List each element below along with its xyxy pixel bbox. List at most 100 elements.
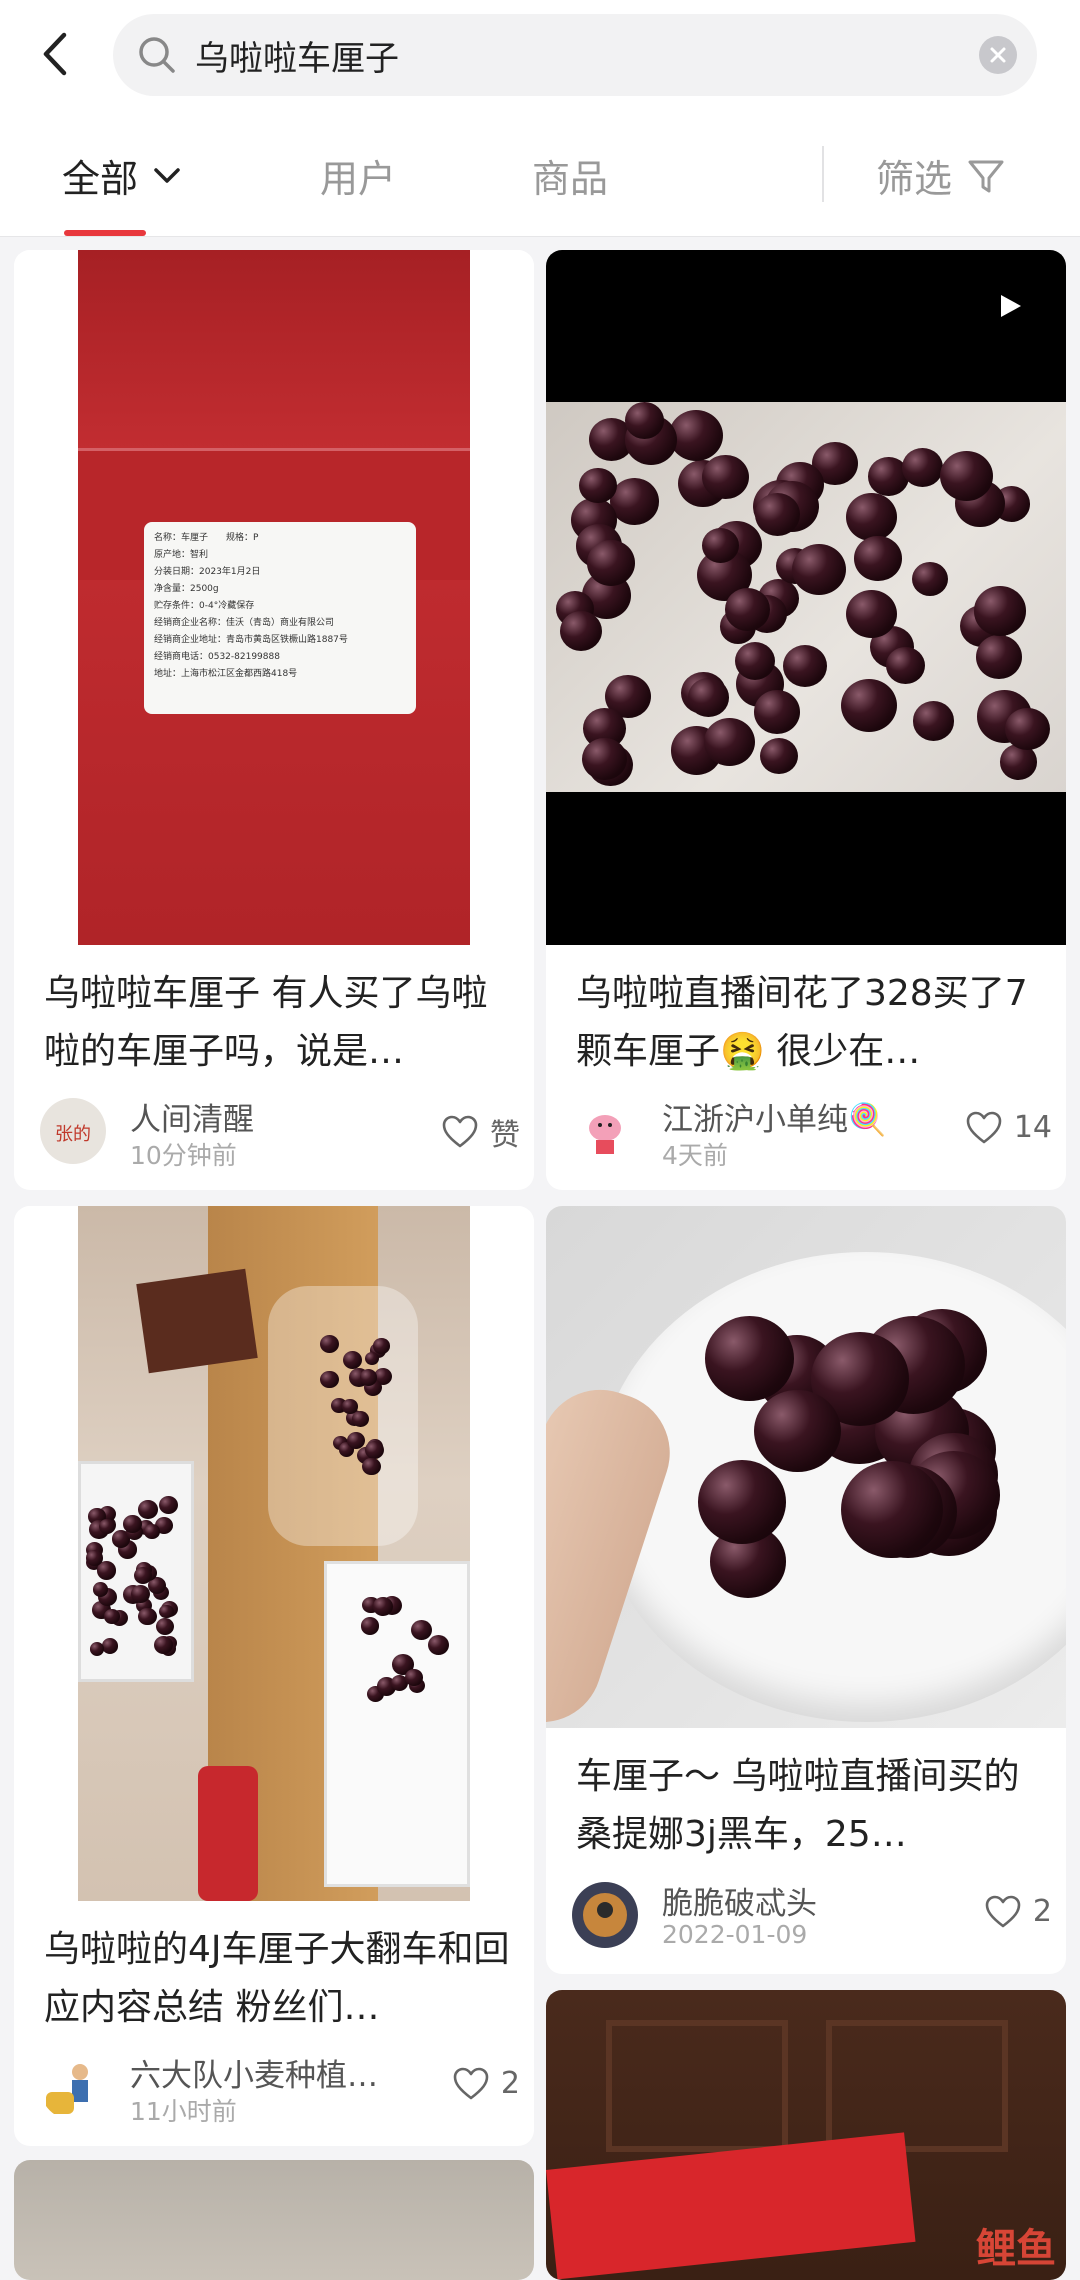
cherry	[610, 478, 660, 525]
label-line: 贮存条件：0-4°冷藏保存	[154, 601, 255, 611]
post-meta: 六大队小麦种植… 11小时前 2	[40, 2054, 520, 2126]
avatar[interactable]	[572, 1882, 638, 1948]
cherry	[427, 1634, 450, 1655]
like-button[interactable]: 2	[985, 1894, 1052, 1929]
active-tab-indicator	[64, 230, 146, 236]
post-time: 11小时前	[130, 2097, 237, 2126]
close-icon	[990, 47, 1006, 63]
search-icon	[135, 33, 179, 77]
cherry	[854, 536, 902, 581]
author-name[interactable]: 人间清醒	[130, 1094, 254, 1139]
post-image	[14, 1206, 534, 1901]
cherry	[373, 1338, 390, 1354]
label-line: 分装日期：2023年1月2日	[154, 567, 261, 577]
chevron-left-icon	[43, 32, 67, 76]
cherry	[840, 679, 897, 733]
cherry	[320, 1334, 340, 1353]
label-line: 经销商企业地址：青岛市黄岛区铁橛山路1887号	[154, 635, 348, 645]
back-button[interactable]	[26, 24, 86, 84]
clear-search-button[interactable]	[979, 36, 1017, 74]
cherry	[101, 1638, 118, 1654]
filter-button[interactable]: 筛选	[876, 148, 1006, 203]
post-time: 2022-01-09	[662, 1920, 808, 1949]
label-line: 净含量：2500g	[154, 584, 219, 594]
like-button[interactable]: 14	[966, 1110, 1052, 1145]
tab-all-label: 全部	[62, 157, 139, 201]
post-card[interactable]: 鲤鱼	[546, 1990, 1066, 2280]
cherry	[86, 1550, 103, 1566]
heart-icon	[453, 2067, 489, 2099]
cherry	[782, 644, 828, 688]
tab-all[interactable]: 全部	[62, 148, 182, 203]
cherry	[846, 493, 897, 541]
cherry	[754, 690, 800, 735]
cherry	[362, 1457, 381, 1476]
cherry	[974, 586, 1027, 636]
like-count: 2	[500, 2066, 520, 2101]
cherry	[940, 451, 993, 502]
cherry	[364, 1440, 384, 1460]
cherry	[158, 1495, 179, 1515]
play-icon	[1001, 295, 1021, 317]
post-card[interactable]: 乌啦啦直播间花了328买了7颗车厘子🤮 很少在… 江浙沪小单纯🍭 4天前 14	[546, 250, 1066, 1190]
cherry	[373, 1597, 393, 1616]
filter-icon	[968, 160, 1004, 192]
cherry	[352, 1411, 369, 1428]
filter-label: 筛选	[876, 157, 953, 201]
post-video	[546, 250, 1066, 945]
like-count: 赞	[490, 1118, 520, 1153]
tab-goods[interactable]: 商品	[532, 148, 608, 203]
post-caption: 车厘子～ 乌啦啦直播间买的桑提娜3j黑车，25…	[576, 1756, 1020, 1855]
cherry	[754, 1390, 841, 1473]
cherry	[840, 1461, 943, 1558]
cherry	[342, 1399, 358, 1414]
cherry	[911, 561, 949, 597]
label-line: 经销商电话：0532-82199888	[154, 652, 280, 662]
cherry	[347, 1431, 366, 1449]
post-card[interactable]: 车厘子～ 乌啦啦直播间买的桑提娜3j黑车，25… 脆脆破忒头 2022-01-0…	[546, 1206, 1066, 1974]
post-meta: 江浙沪小单纯🍭 4天前 14	[572, 1098, 1052, 1170]
post-meta: 脆脆破忒头 2022-01-09 2	[572, 1882, 1052, 1952]
cherry	[734, 641, 776, 681]
tab-user[interactable]: 用户	[320, 148, 396, 203]
label-line: 名称：车厘子 规格：P	[154, 533, 259, 543]
search-bar[interactable]	[113, 14, 1037, 96]
cherry	[581, 737, 627, 781]
cherry	[759, 738, 799, 775]
cherry	[725, 588, 771, 631]
cherry	[902, 448, 943, 487]
top-bar	[0, 0, 1080, 110]
author-name[interactable]: 江浙沪小单纯🍭	[662, 1094, 887, 1139]
label-line: 原产地：智利	[154, 550, 209, 560]
avatar[interactable]: 张的	[40, 1098, 106, 1164]
author-name[interactable]: 脆脆破忒头	[662, 1878, 817, 1923]
cherry	[159, 1604, 174, 1619]
cherry	[104, 1608, 120, 1624]
avatar[interactable]	[572, 1098, 638, 1164]
cherry	[586, 539, 636, 586]
author-name[interactable]: 六大队小麦种植…	[130, 2050, 378, 2095]
heart-icon	[442, 1115, 478, 1148]
like-button[interactable]: 赞	[442, 1110, 520, 1154]
cherry	[912, 701, 955, 741]
cherry	[405, 1668, 423, 1686]
post-card[interactable]: 乌啦啦的4J车厘子大翻车和回应内容总结 粉丝们… 六大队小麦种植… 11小时前 …	[14, 1206, 534, 2146]
cherry	[1005, 707, 1051, 751]
cherry	[138, 1500, 158, 1519]
cherry	[155, 1618, 175, 1636]
post-image	[546, 1206, 1066, 1728]
cherry	[123, 1515, 142, 1533]
cherry	[702, 528, 739, 564]
post-time: 4天前	[662, 1141, 728, 1170]
post-card[interactable]	[14, 2160, 534, 2280]
cherry	[669, 410, 724, 462]
post-image	[14, 2160, 534, 2280]
post-card[interactable]: 名称：车厘子 规格：P 原产地：智利 分装日期：2023年1月2日 净含量：25…	[14, 250, 534, 1190]
cherry	[687, 678, 729, 717]
heart-icon	[985, 1895, 1021, 1927]
like-button[interactable]: 2	[453, 2066, 520, 2101]
video-frame	[546, 402, 1066, 792]
avatar[interactable]	[40, 2054, 106, 2120]
search-input[interactable]	[193, 24, 917, 86]
cherry	[975, 635, 1022, 679]
